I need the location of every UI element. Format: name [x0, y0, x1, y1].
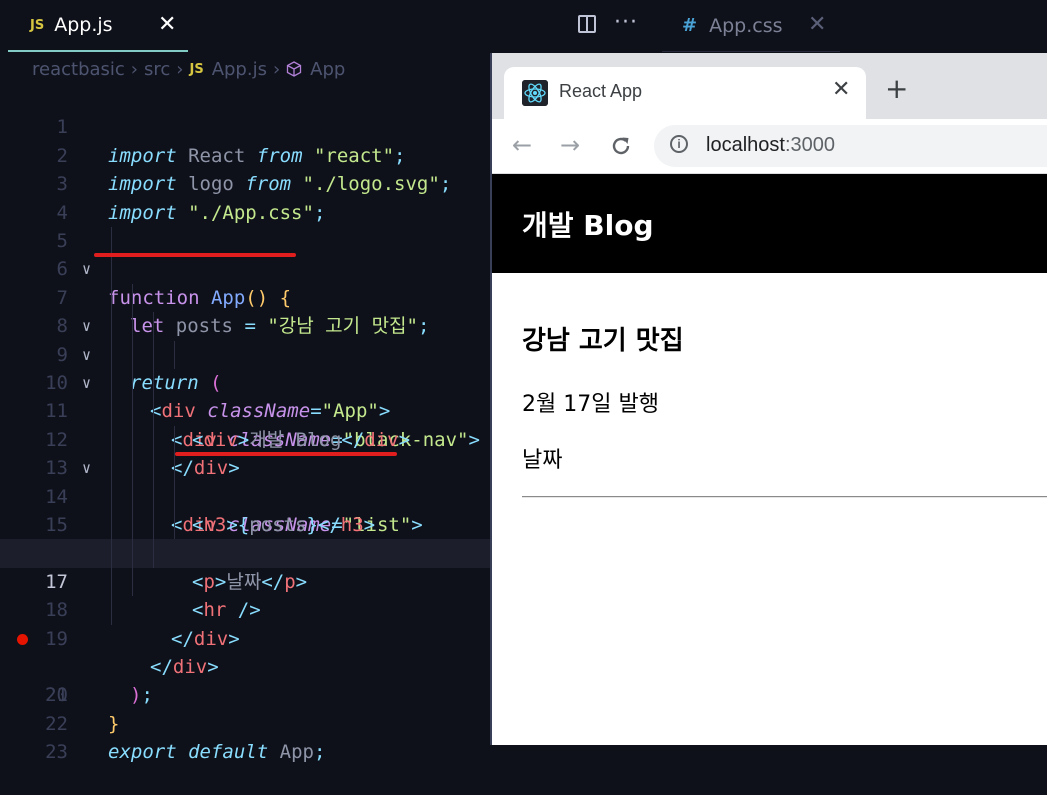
reload-icon[interactable]: [609, 134, 633, 158]
code-line[interactable]: 14 <p>2월 17일 발행</p>: [0, 454, 490, 564]
editor-tab-bar: JS App.js ✕ ··· # App.css ✕: [0, 0, 1047, 52]
breadcrumb-folder[interactable]: reactbasic: [32, 59, 125, 80]
browser-toolbar: ← → i localhost:3000: [492, 119, 1047, 174]
breakpoint-icon[interactable]: [17, 633, 28, 645]
info-icon[interactable]: i: [670, 135, 688, 153]
web-page: 개발 Blog 강남 고기 맛집 2월 17일 발행 날짜: [492, 174, 1047, 745]
close-icon[interactable]: ✕: [808, 12, 826, 37]
url-text: localhost:3000: [706, 134, 835, 156]
code-line[interactable]: 7 ∨ return (: [0, 255, 490, 394]
code-line[interactable]: 20 }: [0, 625, 490, 735]
code-line[interactable]: 5 ∨ function App() {: [0, 199, 490, 309]
react-logo-icon: [522, 80, 548, 106]
breadcrumb: reactbasic › src › JS App.js › App: [32, 57, 345, 81]
code-line[interactable]: 10 <div>개발 Blog</div>: [0, 340, 490, 451]
close-icon[interactable]: ✕: [158, 12, 176, 37]
js-file-icon: JS: [189, 61, 204, 77]
code-line[interactable]: 1 import React from "react";: [0, 85, 490, 166]
code-line[interactable]: 6 let posts = "강남 고기 맛집";: [0, 227, 490, 337]
code-line[interactable]: 2 import logo from "./logo.svg";: [0, 113, 490, 195]
breadcrumb-folder[interactable]: src: [144, 59, 170, 80]
new-tab-icon[interactable]: +: [885, 75, 908, 103]
js-file-icon: JS: [30, 17, 45, 33]
breadcrumb-file[interactable]: App.js: [212, 59, 267, 80]
code-line[interactable]: 11 </div>: [0, 369, 490, 479]
divider: [522, 496, 1047, 498]
code-line[interactable]: 23: [0, 710, 490, 763]
line-number: 23: [45, 741, 68, 764]
split-editor-icon[interactable]: [578, 15, 596, 33]
code-line[interactable]: 15 <p>날짜</p>: [0, 482, 490, 593]
symbol-cube-icon: [287, 61, 302, 77]
code-line[interactable]: 8 ∨ <div className="App">: [0, 283, 490, 422]
tab-app-js[interactable]: JS App.js ✕: [8, 0, 188, 52]
back-arrow-icon[interactable]: ←: [512, 131, 532, 159]
post-label: 날짜: [522, 448, 563, 473]
annotation-underline: [94, 253, 296, 257]
code-line[interactable]: 9 ∨ <div className="black-nav">: [0, 312, 490, 451]
browser-tab-title: React App: [559, 81, 643, 101]
post-title: 강남 고기 맛집: [522, 326, 684, 356]
breadcrumb-symbol[interactable]: App: [310, 59, 345, 80]
tab-label: App.js: [54, 14, 113, 36]
code-line[interactable]: 16 <hr />: [0, 511, 490, 621]
close-icon[interactable]: ✕: [832, 77, 850, 102]
code-line[interactable]: 21: [0, 653, 490, 706]
tab-app-css[interactable]: # App.css ✕: [662, 0, 840, 52]
code-line[interactable]: 4: [0, 170, 490, 224]
chevron-right-icon: ›: [176, 58, 184, 80]
browser-tab-strip: React App ✕ +: [492, 53, 1047, 119]
chevron-right-icon: ›: [130, 58, 138, 80]
browser-tab[interactable]: React App ✕: [504, 67, 866, 119]
code-line[interactable]: 12 ∨ <div className="list">: [0, 397, 490, 536]
code-line[interactable]: 3 import "./App.css";: [0, 142, 490, 223]
post-date: 2월 17일 발행: [522, 392, 659, 417]
chevron-right-icon: ›: [272, 58, 281, 80]
more-actions-icon[interactable]: ···: [614, 10, 638, 35]
code-text: export default App;: [108, 741, 326, 764]
forward-arrow-icon[interactable]: →: [560, 131, 580, 159]
code-line[interactable]: 13 <h3>{posts}</h3>: [0, 425, 490, 536]
address-bar[interactable]: i localhost:3000: [654, 125, 1047, 167]
code-line-current[interactable]: 17 </div>: [0, 539, 490, 650]
blog-title: 개발 Blog: [522, 209, 654, 242]
browser-window: React App ✕ + ← → i localhost:3000 개발 Bl…: [490, 53, 1047, 745]
tab-label: App.css: [709, 14, 783, 37]
annotation-underline: [175, 452, 397, 456]
code-line[interactable]: 22 export default App;: [0, 681, 490, 763]
black-nav: 개발 Blog: [492, 174, 1047, 273]
code-line[interactable]: 19 );: [0, 596, 490, 706]
code-line[interactable]: 18 </div>: [0, 567, 490, 678]
css-file-icon: #: [682, 15, 698, 36]
